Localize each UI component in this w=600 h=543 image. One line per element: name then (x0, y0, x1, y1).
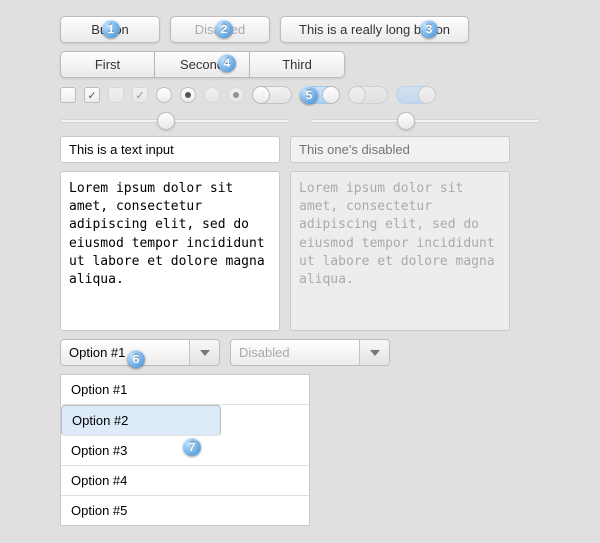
textarea-disabled (290, 171, 510, 331)
callout-3: 3 (420, 20, 438, 38)
checkbox-disabled-unchecked (108, 87, 124, 103)
text-input[interactable] (60, 136, 280, 163)
toggle-on-disabled (396, 86, 436, 104)
segmented-control: First Second Third (60, 51, 345, 78)
select-disabled: Disabled (230, 339, 390, 366)
radio-disabled-unchecked (204, 87, 220, 103)
callout-7: 7 (183, 438, 201, 456)
callout-4: 4 (218, 54, 236, 72)
button-3-long[interactable]: This is a really long button (280, 16, 469, 43)
textarea[interactable] (60, 171, 280, 331)
callout-5: 5 (300, 86, 318, 104)
segment-third[interactable]: Third (250, 51, 345, 78)
callout-6: 6 (127, 350, 145, 368)
checkbox-disabled-checked: ✓ (132, 87, 148, 103)
list-item[interactable]: Option #5 (61, 496, 309, 525)
callout-2: 2 (215, 20, 233, 38)
toggle-off[interactable] (252, 86, 292, 104)
list-item[interactable]: Option #4 (61, 466, 309, 496)
select-disabled-value: Disabled (231, 340, 359, 365)
checkbox-unchecked[interactable] (60, 87, 76, 103)
callout-1: 1 (102, 20, 120, 38)
radio-unchecked[interactable] (156, 87, 172, 103)
select-arrow[interactable] (189, 340, 219, 365)
list-item[interactable]: Option #2 (61, 405, 221, 436)
select-value: Option #1 (61, 340, 189, 365)
list-item[interactable]: Option #1 (61, 375, 309, 405)
radio-disabled-checked (228, 87, 244, 103)
checkbox-checked[interactable]: ✓ (84, 87, 100, 103)
chevron-down-icon (370, 350, 380, 356)
segment-first[interactable]: First (60, 51, 155, 78)
select-disabled-arrow (359, 340, 389, 365)
radio-checked[interactable] (180, 87, 196, 103)
slider-2[interactable] (310, 114, 540, 128)
chevron-down-icon (200, 350, 210, 356)
slider-1[interactable] (60, 114, 290, 128)
toggle-off-disabled (348, 86, 388, 104)
text-input-disabled (290, 136, 510, 163)
